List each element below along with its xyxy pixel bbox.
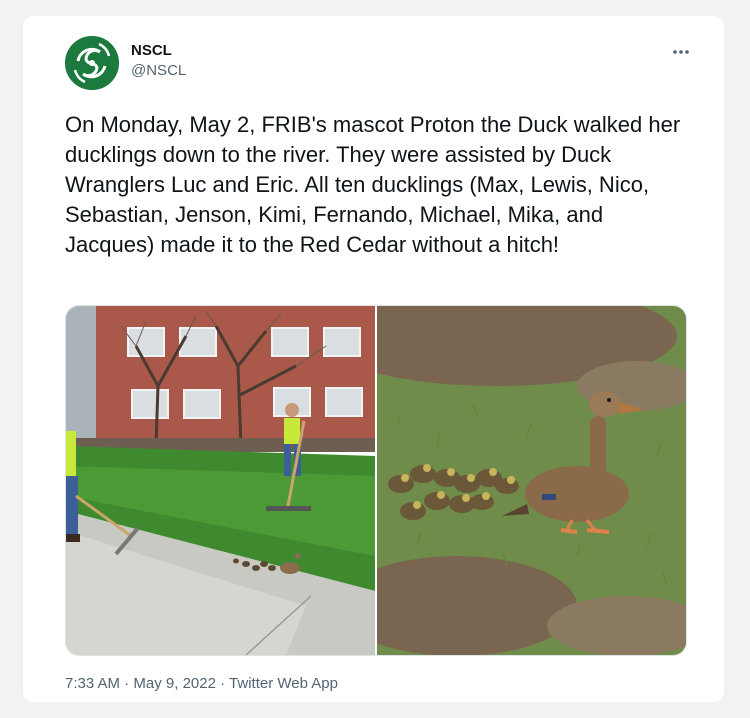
photo-duck-wranglers[interactable] [66, 306, 375, 655]
more-options-button[interactable] [667, 42, 695, 62]
display-name[interactable]: NSCL [131, 41, 186, 61]
photo-duck-with-ducklings[interactable] [377, 306, 686, 655]
tweet-time[interactable]: 7:33 AM [65, 675, 120, 692]
tweet-header: NSCL @NSCL [65, 36, 695, 94]
meta-separator: · [124, 675, 130, 692]
tweet-card: NSCL @NSCL On Monday, May 2, FRIB's masc… [23, 16, 724, 702]
tweet-text: On Monday, May 2, FRIB's mascot Proton t… [65, 112, 681, 257]
tweet-media [65, 305, 687, 656]
tweet-date[interactable]: May 9, 2022 [133, 675, 216, 692]
user-handle[interactable]: @NSCL [131, 61, 186, 81]
author-names: NSCL @NSCL [131, 41, 186, 81]
tweet-metadata: 7:33 AM · May 9, 2022 · Twitter Web App [65, 674, 338, 694]
more-horizontal-icon [673, 50, 689, 54]
nscl-logo-icon [65, 36, 119, 90]
avatar[interactable] [65, 36, 119, 90]
meta-separator: · [220, 675, 226, 692]
tweet-source[interactable]: Twitter Web App [229, 675, 338, 692]
